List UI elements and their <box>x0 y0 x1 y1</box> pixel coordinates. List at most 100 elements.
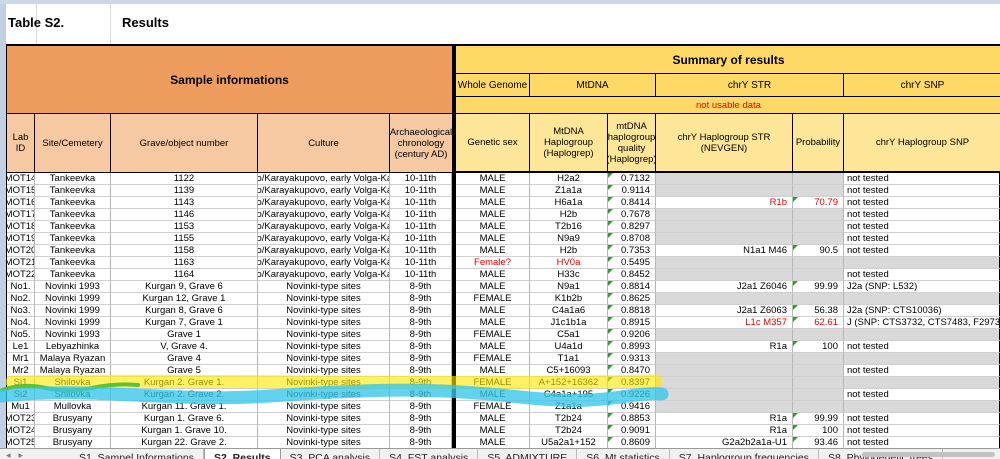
table-row[interactable]: MOT17Tankeevka1146vo/Karayakupovo, early… <box>7 209 1000 221</box>
cell-mt[interactable]: C4a1a6 <box>530 305 608 317</box>
table-row[interactable]: Si1ShilovkaKurgan 2. Grave 1.Novinki-typ… <box>7 377 1000 389</box>
cell-lab[interactable]: No3. <box>7 305 35 317</box>
cell-site[interactable]: Novinki 1993 <box>35 329 111 341</box>
table-row[interactable]: MOT16Tankeevka1143vo/Karayakupovo, early… <box>7 197 1000 209</box>
cell-prob[interactable]: 56.38 <box>793 305 844 317</box>
cell-q[interactable]: 0.8915 <box>608 317 656 329</box>
cell-grave[interactable]: 1163 <box>111 257 258 269</box>
cell-chron[interactable]: 8-9th <box>390 341 452 353</box>
cell-q[interactable]: 0.9416 <box>608 401 656 413</box>
cell-mt[interactable]: H2a2 <box>530 173 608 185</box>
cell-str[interactable] <box>656 185 793 197</box>
cell-snp[interactable] <box>844 257 1000 269</box>
cell-prob[interactable]: 99.99 <box>793 413 844 425</box>
cell-q[interactable]: 0.9206 <box>608 329 656 341</box>
cell-chron[interactable]: 8-9th <box>390 305 452 317</box>
cell-snp[interactable]: not tested <box>844 425 1000 437</box>
cell-sex[interactable]: MALE <box>456 281 530 293</box>
cell-sex[interactable]: MALE <box>456 413 530 425</box>
cell-mt[interactable]: C4a1a+195 <box>530 389 608 401</box>
col-header-grave[interactable]: Grave/object number <box>111 114 258 173</box>
cell-sex[interactable]: MALE <box>456 221 530 233</box>
cell-lab[interactable]: MOT20 <box>7 245 35 257</box>
cell-chron[interactable]: 10-11th <box>390 233 452 245</box>
sheet-tab-2[interactable]: S2. Results <box>204 449 281 459</box>
cell-snp[interactable]: not tested <box>844 413 1000 425</box>
cell-chron[interactable]: 8-9th <box>390 293 452 305</box>
cell-sex[interactable]: FEMALE <box>456 377 530 389</box>
cell-grave[interactable]: 1164 <box>111 269 258 281</box>
cell-prob[interactable] <box>793 185 844 197</box>
cell-grave[interactable]: Kurgan 8, Grave 6 <box>111 305 258 317</box>
cell-mt[interactable]: N9a9 <box>530 233 608 245</box>
cell-grave[interactable]: 1146 <box>111 209 258 221</box>
summary-of-results-header[interactable]: Summary of results <box>456 46 1000 74</box>
cell-grave[interactable]: 1153 <box>111 221 258 233</box>
cell-prob[interactable] <box>793 377 844 389</box>
cell-chron[interactable]: 8-9th <box>390 281 452 293</box>
sheet-tab-5[interactable]: S5. ADMIXTURE <box>478 449 577 459</box>
cell-snp[interactable]: not tested <box>844 341 1000 353</box>
cell-snp[interactable]: J (SNP: CTS3732, CTS7483, F2973) <box>844 317 1000 329</box>
cell-sex[interactable]: MALE <box>456 173 530 185</box>
cell-culture[interactable]: vo/Karayakupovo, early Volga-Kar <box>258 221 390 233</box>
cell-site[interactable]: Brusyany <box>35 413 111 425</box>
cell-sex[interactable]: MALE <box>456 365 530 377</box>
cell-site[interactable]: Shilovka <box>35 377 111 389</box>
col-header-probability[interactable]: Probability <box>793 114 844 172</box>
cell-prob[interactable] <box>793 257 844 269</box>
cell-lab[interactable]: MOT23 <box>7 413 35 425</box>
cell-sex[interactable]: MALE <box>456 305 530 317</box>
cell-mt[interactable]: C5a1 <box>530 329 608 341</box>
cell-lab[interactable]: No1. <box>7 281 35 293</box>
group-header-mtdna[interactable]: MtDNA <box>530 74 656 97</box>
cell-mt[interactable]: U4a1d <box>530 341 608 353</box>
cell-lab[interactable]: MOT19 <box>7 233 35 245</box>
cell-mt[interactable]: C5+16093 <box>530 365 608 377</box>
cell-q[interactable]: 0.7132 <box>608 173 656 185</box>
cell-snp[interactable]: J2a (SNP: CTS10036) <box>844 305 1000 317</box>
cell-grave[interactable]: 1143 <box>111 197 258 209</box>
cell-prob[interactable] <box>793 353 844 365</box>
table-row[interactable]: No3.Novinki 1999Kurgan 8, Grave 6Novinki… <box>7 305 1000 317</box>
cell-chron[interactable]: 10-11th <box>390 269 452 281</box>
cell-str[interactable] <box>656 353 793 365</box>
cell-site[interactable]: Novinki 1993 <box>35 281 111 293</box>
cell-culture[interactable]: Novinki-type sites <box>258 317 390 329</box>
cell-chron[interactable]: 10-11th <box>390 209 452 221</box>
table-row[interactable]: Mu1MullovkaKurgan 11. Grave 1.Novinki-ty… <box>7 401 1000 413</box>
table-row[interactable]: No4.Novinki 1999Kurgan 7, Grave 1Novinki… <box>7 317 1000 329</box>
cell-snp[interactable]: not tested <box>844 221 1000 233</box>
cell-sex[interactable]: FEMALE <box>456 329 530 341</box>
cell-prob[interactable] <box>793 401 844 413</box>
cell-site[interactable]: Tankeevka <box>35 257 111 269</box>
cell-prob[interactable] <box>793 365 844 377</box>
cell-q[interactable]: 0.8993 <box>608 341 656 353</box>
cell-chron[interactable]: 8-9th <box>390 353 452 365</box>
col-header-genetic-sex[interactable]: Genetic sex <box>456 114 530 172</box>
cell-site[interactable]: Tankeevka <box>35 269 111 281</box>
cell-chron[interactable]: 8-9th <box>390 425 452 437</box>
table-row[interactable]: Si2ShilovkaKurgan 2. Grave 2.Novinki-typ… <box>7 389 1000 401</box>
cell-site[interactable]: Novinki 1999 <box>35 317 111 329</box>
cell-sex[interactable]: MALE <box>456 233 530 245</box>
cell-snp[interactable]: not tested <box>844 185 1000 197</box>
cell-chron[interactable]: 10-11th <box>390 257 452 269</box>
table-row[interactable]: MOT20Tankeevka1158vo/Karayakupovo, early… <box>7 245 1000 257</box>
cell-q[interactable]: 0.9114 <box>608 185 656 197</box>
cell-grave[interactable]: Kurgan 2. Grave 1. <box>111 377 258 389</box>
cell-snp[interactable] <box>844 353 1000 365</box>
cell-q[interactable]: 0.8708 <box>608 233 656 245</box>
cell-q[interactable]: 0.8470 <box>608 365 656 377</box>
cell-prob[interactable] <box>793 209 844 221</box>
cell-q[interactable]: 0.9313 <box>608 353 656 365</box>
cell-culture[interactable]: Novinki-type sites <box>258 341 390 353</box>
group-header-chry-str[interactable]: chrY STR <box>656 74 844 97</box>
cell-sex[interactable]: FEMALE <box>456 353 530 365</box>
table-row[interactable]: No5.Novinki 1993Grave 1Novinki-type site… <box>7 329 1000 341</box>
cell-site[interactable]: Novinki 1999 <box>35 305 111 317</box>
cell-culture[interactable]: Novinki-type sites <box>258 305 390 317</box>
sheet-tab-4[interactable]: S4. FST analysis <box>380 449 478 459</box>
cell-sex[interactable]: MALE <box>456 245 530 257</box>
cell-culture[interactable]: Novinki-type sites <box>258 329 390 341</box>
